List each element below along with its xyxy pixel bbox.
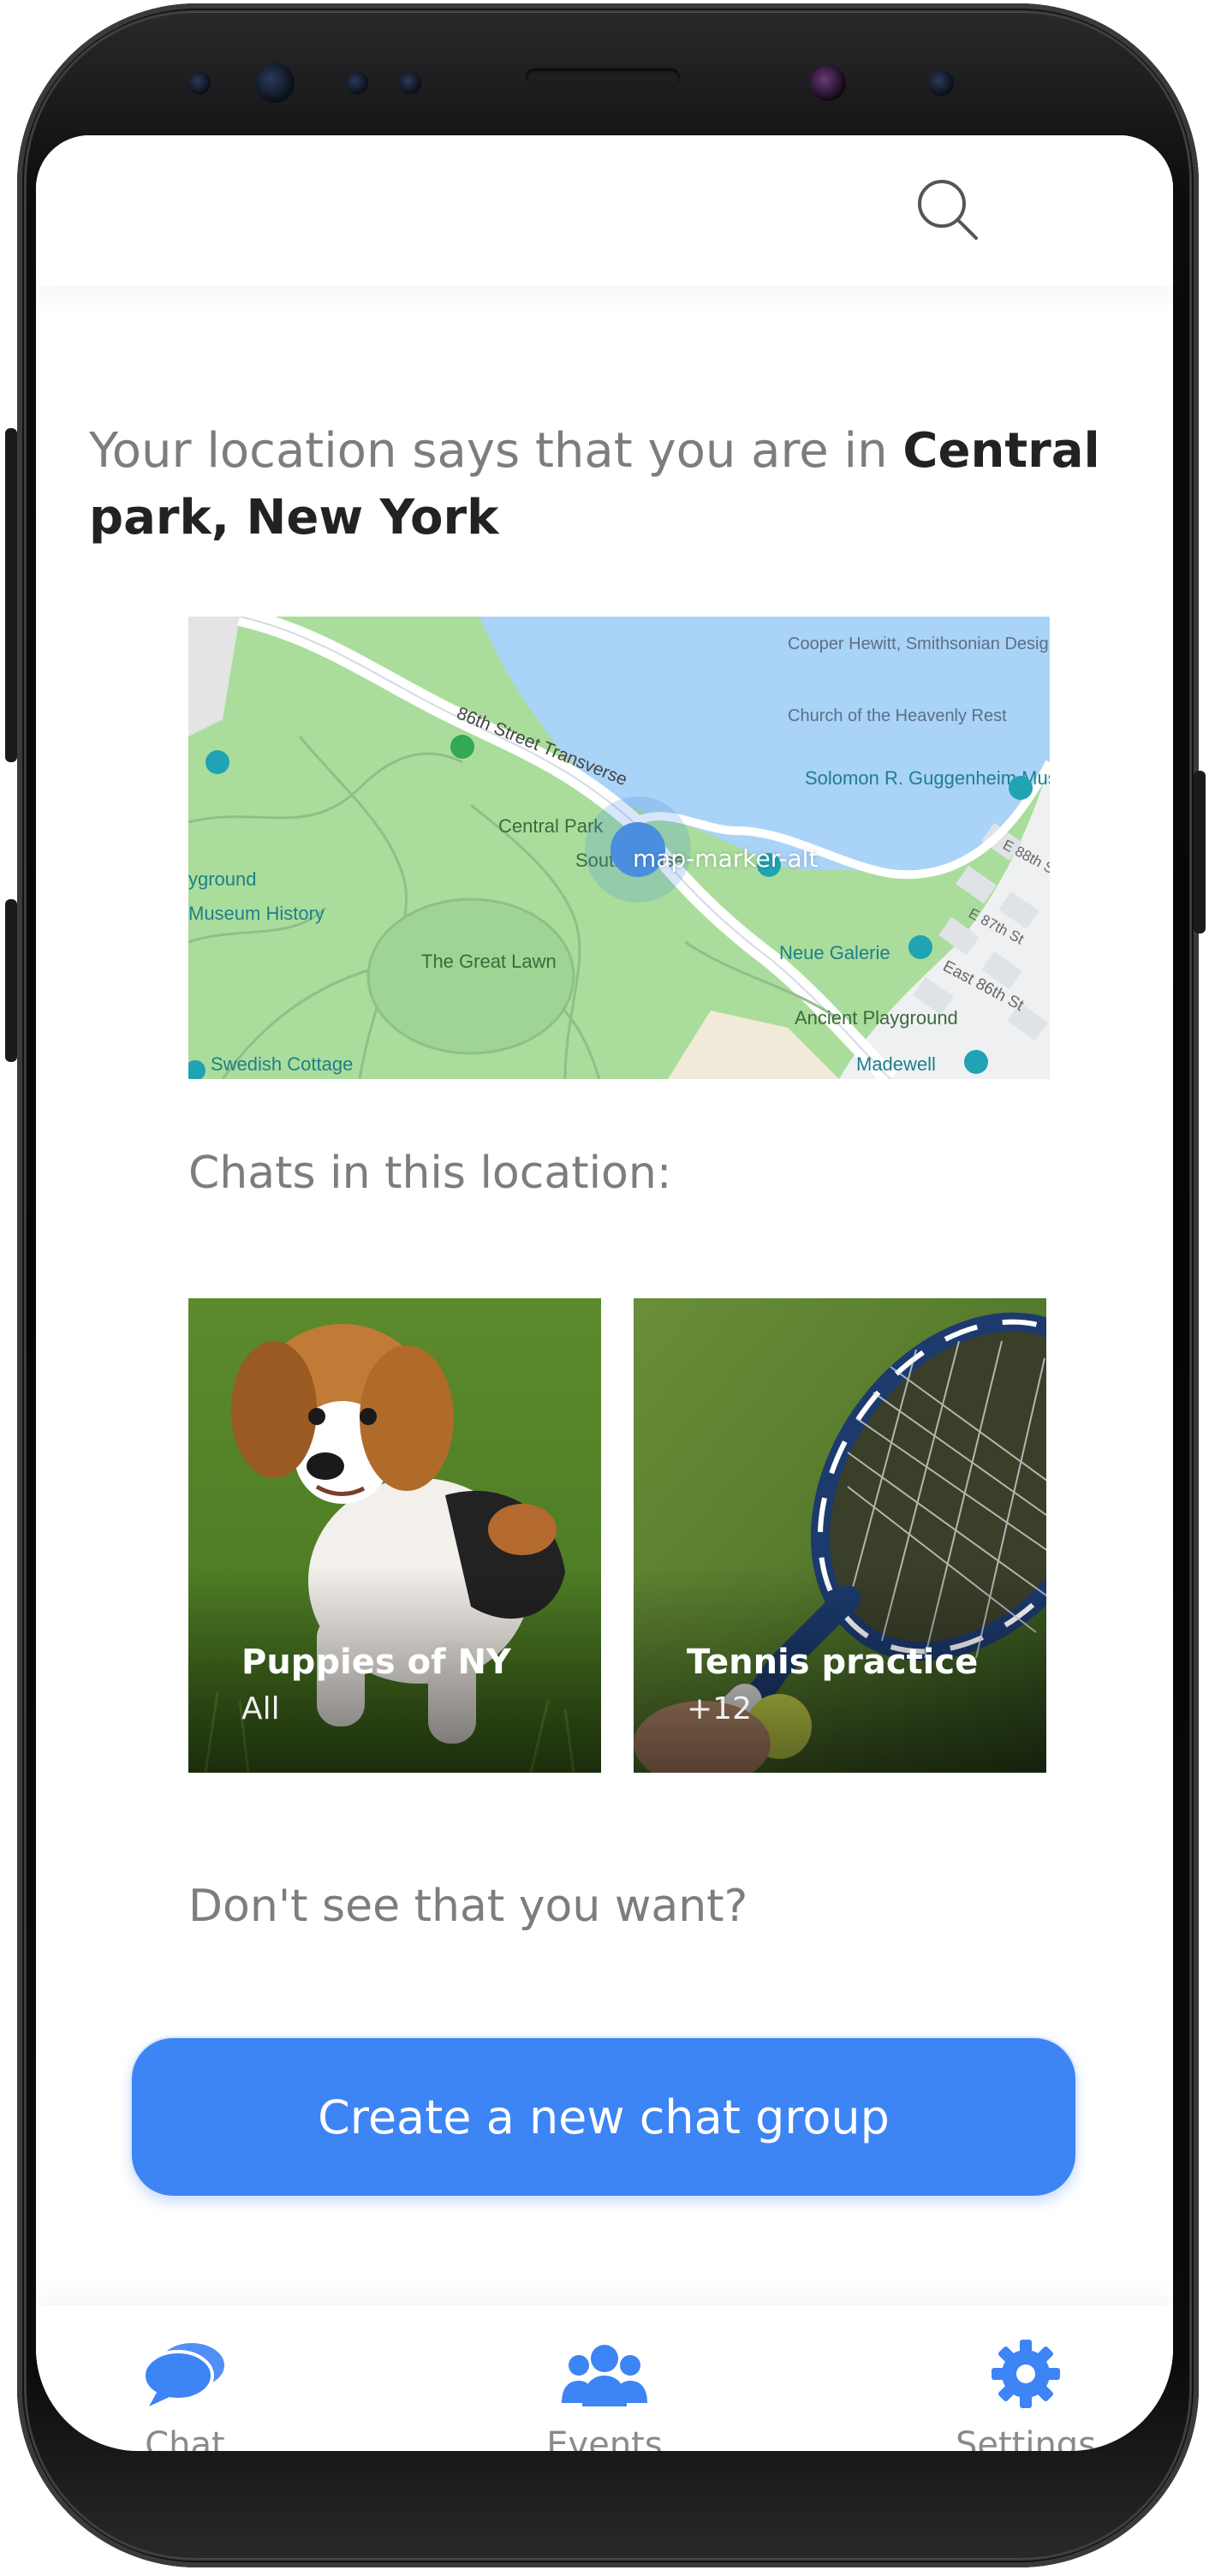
map-label-swedish: Swedish Cottage <box>211 1053 353 1075</box>
chat-card-tennis[interactable]: Tennis practice +12 <box>634 1298 1046 1773</box>
sensor-icon <box>346 72 368 94</box>
create-chat-group-button[interactable]: Create a new chat group <box>130 2036 1077 2197</box>
app-screen: Your location says that you are in Centr… <box>36 135 1173 2451</box>
sensor-icon <box>188 72 211 94</box>
tab-events[interactable]: Events <box>510 2340 699 2451</box>
map-label-neue: Neue Galerie <box>779 942 890 963</box>
map-label-great-lawn: The Great Lawn <box>421 951 557 972</box>
map-label-museum: Museum History <box>188 903 325 924</box>
search-icon[interactable] <box>913 175 981 243</box>
map-label-madewell: Madewell <box>856 1053 936 1075</box>
chat-card-title: Puppies of NY <box>241 1643 511 1682</box>
bottom-tab-bar: Chat Events Settings <box>36 2305 1173 2451</box>
map-marker-label: map-marker-alt <box>633 844 819 873</box>
chat-card-title: Tennis practice <box>687 1643 979 1682</box>
tab-chat[interactable]: Chat <box>91 2340 279 2451</box>
tab-label: Settings <box>955 2425 1097 2451</box>
chat-icon <box>142 2343 224 2406</box>
chat-card-subtitle: +12 <box>687 1691 752 1726</box>
power-button <box>1194 771 1206 933</box>
sensor-icon <box>928 70 954 96</box>
chats-heading: Chats in this location: <box>188 1148 672 1199</box>
gear-icon <box>992 2340 1060 2408</box>
bixby-button <box>5 899 17 1062</box>
map-label-cooper: Cooper Hewitt, Smithsonian Design <box>788 635 1050 653</box>
tab-label: Chat <box>145 2425 225 2451</box>
top-bar <box>36 135 1173 286</box>
dont-see-text: Don't see that you want? <box>188 1881 748 1932</box>
volume-button <box>5 428 17 762</box>
map-graphic: 86th Street Transverse Central Park Sout… <box>188 617 1050 1079</box>
earpiece-speaker <box>526 69 680 86</box>
map-label-playground: yground <box>188 868 257 890</box>
iris-scanner-icon <box>255 63 295 103</box>
chat-card-puppies[interactable]: Puppies of NY All <box>188 1298 601 1773</box>
location-prefix: Your location says that you are in <box>89 423 888 479</box>
location-text: Your location says that you are in Centr… <box>89 418 1117 552</box>
sensor-icon <box>399 72 421 94</box>
tab-label: Events <box>546 2425 663 2451</box>
users-icon <box>562 2345 647 2406</box>
chat-card-subtitle: All <box>241 1691 280 1726</box>
tab-settings[interactable]: Settings <box>932 2340 1120 2451</box>
map-label-ancient: Ancient Playground <box>795 1007 958 1029</box>
front-camera-icon <box>810 65 846 101</box>
location-map[interactable]: 86th Street Transverse Central Park Sout… <box>188 617 1050 1079</box>
map-label-church: Church of the Heavenly Rest <box>788 707 1007 725</box>
